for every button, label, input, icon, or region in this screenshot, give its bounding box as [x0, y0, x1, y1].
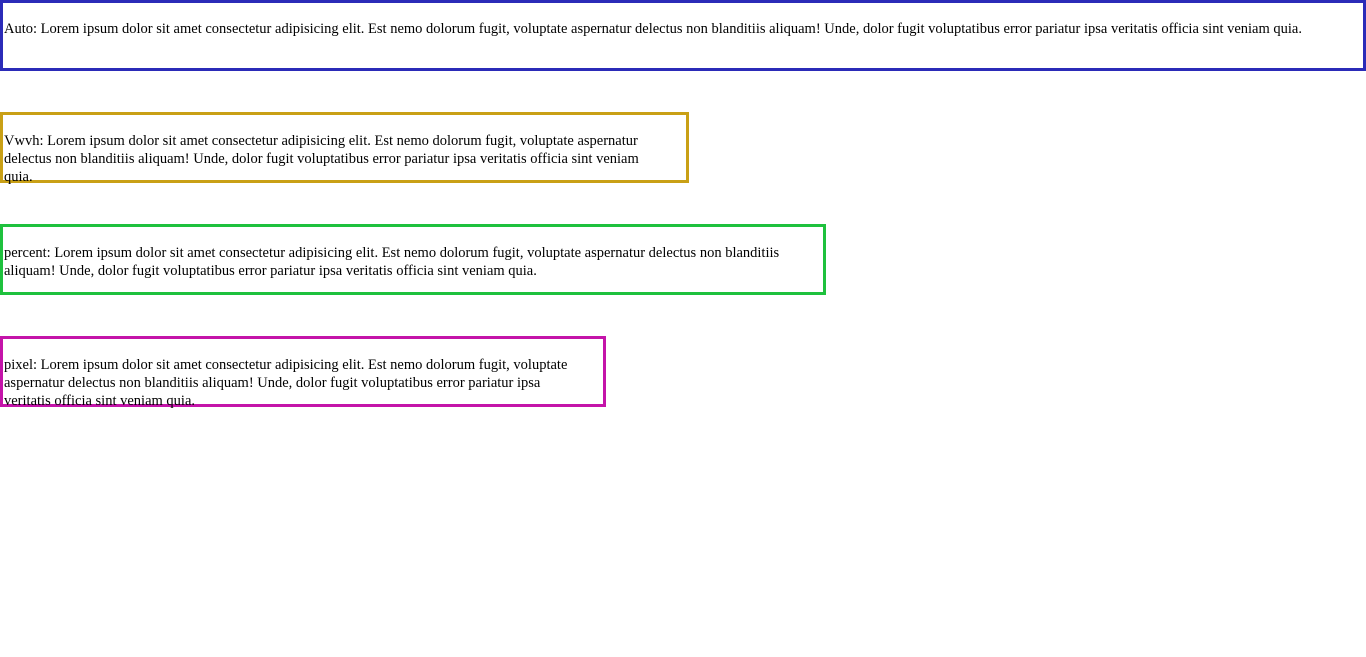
auto-box: Auto: Lorem ipsum dolor sit amet consect… — [0, 0, 1366, 71]
vwvh-box: Vwvh: Lorem ipsum dolor sit amet consect… — [0, 112, 689, 185]
vwvh-box-text: Vwvh: Lorem ipsum dolor sit amet consect… — [4, 133, 639, 185]
pixel-box-text: pixel: Lorem ipsum dolor sit amet consec… — [4, 357, 568, 409]
percent-box: percent: Lorem ipsum dolor sit amet cons… — [0, 224, 826, 295]
auto-box-text: Auto: Lorem ipsum dolor sit amet consect… — [4, 21, 1302, 37]
percent-box-text: percent: Lorem ipsum dolor sit amet cons… — [4, 245, 780, 279]
pixel-box: pixel: Lorem ipsum dolor sit amet consec… — [0, 336, 606, 409]
